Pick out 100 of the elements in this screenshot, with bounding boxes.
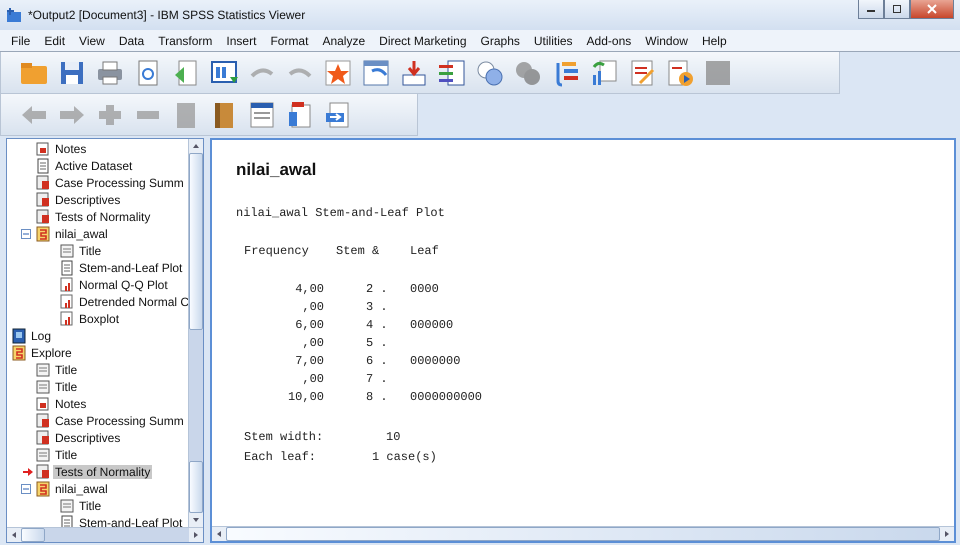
outline-item[interactable]: Tests of Normality <box>53 210 152 224</box>
table-document-icon <box>35 174 51 190</box>
outline-item[interactable]: Log <box>29 328 54 342</box>
menu-item[interactable]: Utilities <box>526 34 580 48</box>
column-header: Frequency <box>244 244 310 258</box>
close-button[interactable] <box>910 0 954 19</box>
frequency-cell-text: 4,00 <box>294 282 325 296</box>
outline-item[interactable]: nilai_awal <box>53 482 110 496</box>
text-document-icon <box>59 514 75 527</box>
current-arrow-icon <box>23 468 33 476</box>
chart-document-icon <box>59 294 75 310</box>
folder-node-icon <box>35 480 51 496</box>
outline-item[interactable]: Stem-and-Leaf Plot <box>77 516 184 527</box>
frequency-cell-text: 10,00 <box>286 390 325 404</box>
stem-cell-text: 3 . <box>365 300 389 314</box>
title-document-icon <box>35 378 51 394</box>
table-document-icon <box>35 192 51 208</box>
menu-item[interactable]: Insert <box>219 34 264 48</box>
undo-icon <box>250 66 274 79</box>
frequency-cell-text: ,00 <box>301 336 325 350</box>
menu-item[interactable]: Window <box>638 34 695 48</box>
plot-title: nilai_awal Stem-and-Leaf Plot <box>236 206 446 220</box>
menu-item[interactable]: Edit <box>37 34 72 48</box>
scrollbar-thumb[interactable] <box>189 461 203 513</box>
leaf-cell-text: 000000 <box>410 318 454 332</box>
outline-item[interactable]: Case Processing Summ <box>53 414 186 428</box>
scroll-left-icon[interactable] <box>10 531 18 539</box>
scroll-left-icon[interactable] <box>215 530 223 538</box>
scrollbar-thumb[interactable] <box>21 528 45 542</box>
menu-item[interactable]: Format <box>263 34 316 48</box>
outline-item[interactable]: Descriptives <box>53 430 122 444</box>
outline-item[interactable]: Active Dataset <box>53 158 134 172</box>
menu-item[interactable]: Data <box>112 34 152 48</box>
outline-item[interactable]: nilai_awal <box>53 226 110 240</box>
folder-node-icon <box>11 344 27 360</box>
frequency-cell-text: 7,00 <box>294 354 325 368</box>
menu-item[interactable]: Help <box>694 34 734 48</box>
frequency-cell-text: ,00 <box>301 300 325 314</box>
collapse-icon[interactable] <box>21 228 31 238</box>
footer-value: 1 case(s) <box>372 450 437 464</box>
scroll-up-icon[interactable] <box>192 142 200 150</box>
outline-item[interactable]: Title <box>53 380 80 394</box>
stem-cell-text: 6 . <box>365 354 389 368</box>
outline-item[interactable]: Boxplot <box>77 312 122 326</box>
menu-item[interactable]: View <box>72 34 112 48</box>
minimize-button[interactable] <box>858 0 884 19</box>
footer-label: Stem width: <box>244 430 324 444</box>
footer-label: Each leaf: <box>244 450 318 464</box>
table-document-icon <box>35 464 51 480</box>
stem-cell-text: 7 . <box>365 372 389 386</box>
frequency-cell-text: 6,00 <box>294 318 325 332</box>
outline-item[interactable]: Case Processing Summ <box>53 176 186 190</box>
vertical-scrollbar[interactable] <box>188 139 203 527</box>
outline-item[interactable]: Title <box>53 362 80 376</box>
text-document-icon <box>59 260 75 276</box>
outline-item[interactable]: Notes <box>53 142 88 156</box>
restore-button[interactable] <box>884 0 910 19</box>
outline-item[interactable]: Notes <box>53 396 88 410</box>
menu-item[interactable]: Transform <box>151 34 220 48</box>
outline-item[interactable]: Title <box>77 498 104 512</box>
scrollbar-thumb[interactable] <box>189 153 203 330</box>
menu-item[interactable]: Graphs <box>474 34 527 48</box>
table-document-icon <box>35 208 51 224</box>
close-icon <box>927 4 937 14</box>
folder-node-icon <box>35 226 51 242</box>
footer-value: 10 <box>385 430 402 444</box>
leaf-cell: 0000000000 <box>410 390 482 404</box>
menu-item[interactable]: Add-ons <box>580 34 638 48</box>
leaf-cell-text: 0000 <box>410 282 440 296</box>
scroll-right-icon[interactable] <box>943 530 951 538</box>
horizontal-scrollbar[interactable] <box>7 527 203 542</box>
stem-cell-text: 2 . <box>365 282 389 296</box>
outline-item[interactable]: Tests of Normality <box>53 464 152 478</box>
column-header: Stem & <box>336 244 380 258</box>
title-document-icon <box>35 362 51 378</box>
stem-cell-text: 4 . <box>365 318 389 332</box>
frequency-cell-text: ,00 <box>301 372 325 386</box>
outline-item[interactable]: Explore <box>29 346 74 360</box>
outline-item[interactable]: Title <box>53 448 80 462</box>
chart-document-icon <box>59 310 75 326</box>
outline-item[interactable]: Normal Q-Q Plot <box>77 278 170 292</box>
redo-icon <box>288 66 312 79</box>
outline-item[interactable]: Title <box>77 244 104 258</box>
scroll-down-icon[interactable] <box>192 516 200 524</box>
menu-item[interactable]: Analyze <box>315 34 372 48</box>
outline-item[interactable]: Stem-and-Leaf Plot <box>77 260 184 274</box>
title-document-icon <box>35 446 51 462</box>
stem-cell-text: 8 . <box>365 390 389 404</box>
outline-item[interactable]: Descriptives <box>53 192 122 206</box>
menu-item[interactable]: File <box>4 34 38 48</box>
scroll-right-icon[interactable] <box>192 531 200 539</box>
collapse-icon[interactable] <box>21 484 31 494</box>
app-icon <box>6 7 22 23</box>
notes-document-icon <box>35 396 51 412</box>
menu-item[interactable]: Direct Marketing <box>372 34 474 48</box>
title-document-icon <box>59 242 75 258</box>
minus-icon <box>137 110 159 118</box>
log-document-icon <box>11 328 27 344</box>
column-header: Leaf <box>410 244 440 258</box>
chart-document-icon <box>59 276 75 292</box>
